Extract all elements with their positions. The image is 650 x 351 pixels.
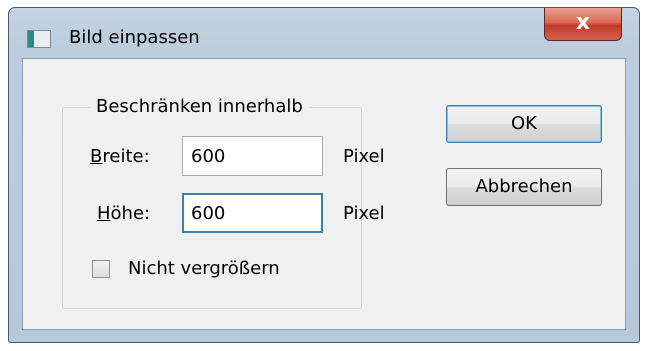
no-enlarge-checkbox[interactable] — [92, 260, 110, 278]
group-legend: Beschränken innerhalb — [90, 96, 309, 117]
width-label: Breite: — [90, 146, 150, 167]
width-label-mnemonic: B — [90, 146, 103, 167]
no-enlarge-label[interactable]: Nicht vergrößern — [128, 258, 280, 279]
title-bar[interactable]: Bild einpassen x — [9, 8, 639, 58]
cancel-button[interactable]: Abbrechen — [446, 168, 602, 206]
height-label-text: öhe: — [110, 203, 151, 224]
width-input[interactable] — [182, 136, 323, 176]
height-unit: Pixel — [343, 203, 385, 224]
height-label: Höhe: — [97, 203, 150, 224]
close-button[interactable]: x — [544, 8, 622, 41]
width-label-text: reite: — [102, 146, 150, 167]
height-input[interactable] — [182, 193, 323, 233]
app-window-icon — [27, 30, 51, 48]
window-title: Bild einpassen — [69, 27, 200, 48]
ok-button[interactable]: OK — [446, 105, 602, 143]
height-label-mnemonic: H — [97, 203, 111, 224]
width-unit: Pixel — [343, 146, 385, 167]
